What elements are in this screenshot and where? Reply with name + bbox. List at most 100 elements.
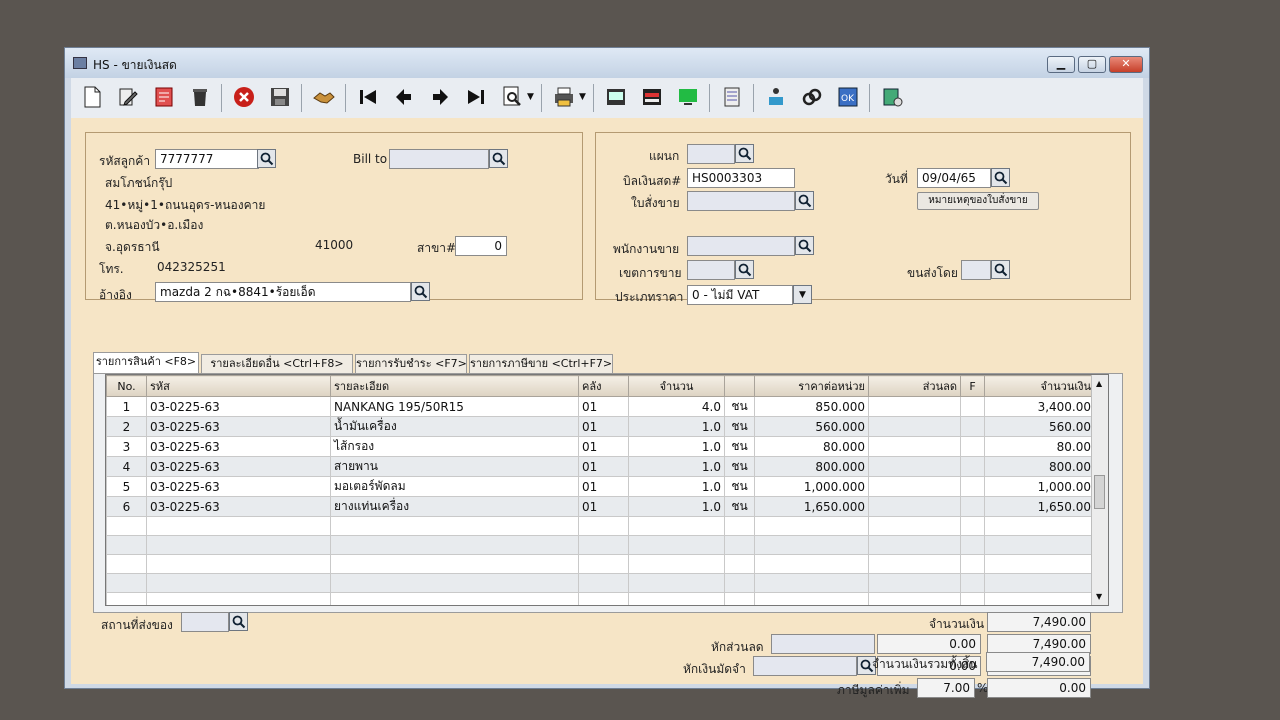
empty-cell[interactable]	[578, 554, 629, 574]
discount-text-field[interactable]	[771, 634, 875, 654]
table-row[interactable]: 1 03-0225-63 NANKANG 195/50R15 01 4.0 ชน 850.0…	[106, 396, 1095, 417]
ship-place-lookup-button[interactable]	[229, 612, 248, 631]
cell-unit[interactable]: ชน	[724, 476, 755, 497]
empty-cell[interactable]	[754, 554, 869, 574]
cell-quantity[interactable]: 4.0	[628, 396, 725, 417]
shipping-by-lookup-button[interactable]	[991, 260, 1010, 279]
deposit-doc-field[interactable]	[753, 656, 857, 676]
cell-flag[interactable]	[960, 416, 985, 437]
sales-order-field[interactable]	[687, 191, 795, 211]
empty-cell[interactable]	[960, 592, 985, 605]
cell-item-description[interactable]: ไส้กรอง	[330, 436, 579, 457]
cell-discount[interactable]	[868, 496, 961, 517]
approve-icon[interactable]	[761, 82, 791, 112]
vat-rate-field[interactable]: 7.00	[917, 678, 975, 698]
order-note-button[interactable]: หมายเหตุของใบสั่งขาย	[917, 192, 1039, 210]
cell-quantity[interactable]: 1.0	[628, 476, 725, 497]
cell-warehouse[interactable]: 01	[578, 416, 629, 437]
cell-discount[interactable]	[868, 416, 961, 437]
minimize-button[interactable]: ▁	[1047, 56, 1075, 73]
empty-row[interactable]	[106, 592, 1095, 605]
cell-unit[interactable]: ชน	[724, 436, 755, 457]
database-icon[interactable]	[877, 82, 907, 112]
cell-unit-price[interactable]: 560.000	[754, 416, 869, 437]
col-header-unit[interactable]	[724, 375, 755, 397]
empty-cell[interactable]	[960, 573, 985, 593]
empty-cell[interactable]	[106, 535, 147, 555]
empty-cell[interactable]	[724, 516, 755, 536]
cell-amount[interactable]: 1,650.00	[984, 496, 1095, 517]
col-header-description[interactable]: รายละเอียด	[330, 375, 579, 397]
branch-field[interactable]: 0	[455, 236, 507, 256]
table-row[interactable]: 2 03-0225-63 น้ำมันเครื่อง 01 1.0 ชน 560.000 56…	[106, 416, 1095, 437]
empty-cell[interactable]	[146, 592, 331, 605]
cell-unit-price[interactable]: 1,000.000	[754, 476, 869, 497]
save-icon[interactable]	[265, 82, 295, 112]
reference-lookup-button[interactable]	[411, 282, 430, 301]
empty-cell[interactable]	[578, 592, 629, 605]
empty-cell[interactable]	[960, 516, 985, 536]
empty-cell[interactable]	[868, 573, 961, 593]
empty-cell[interactable]	[724, 592, 755, 605]
price-type-select[interactable]: 0 - ไม่มี VAT	[687, 285, 793, 305]
delete-icon[interactable]	[185, 82, 215, 112]
salesperson-lookup-button[interactable]	[795, 236, 814, 255]
empty-cell[interactable]	[754, 535, 869, 555]
cell-flag[interactable]	[960, 436, 985, 457]
search-icon[interactable]	[497, 82, 527, 112]
col-header-quantity[interactable]: จำนวน	[628, 375, 725, 397]
empty-row[interactable]	[106, 554, 1095, 574]
empty-cell[interactable]	[578, 573, 629, 593]
cell-unit[interactable]: ชน	[724, 496, 755, 517]
department-field[interactable]	[687, 144, 735, 164]
empty-cell[interactable]	[330, 554, 579, 574]
cell-warehouse[interactable]: 01	[578, 496, 629, 517]
cell-item-code[interactable]: 03-0225-63	[146, 476, 331, 497]
cell-item-code[interactable]: 03-0225-63	[146, 456, 331, 477]
empty-cell[interactable]	[146, 573, 331, 593]
cell-row-no[interactable]: 5	[106, 476, 147, 497]
empty-cell[interactable]	[330, 573, 579, 593]
empty-cell[interactable]	[868, 535, 961, 555]
empty-cell[interactable]	[868, 554, 961, 574]
sales-area-lookup-button[interactable]	[735, 260, 754, 279]
col-header-warehouse[interactable]: คลัง	[578, 375, 629, 397]
discount-value-field[interactable]: 0.00	[877, 634, 981, 654]
cell-warehouse[interactable]: 01	[578, 436, 629, 457]
cell-unit-price[interactable]: 80.000	[754, 436, 869, 457]
empty-cell[interactable]	[578, 516, 629, 536]
billto-lookup-button[interactable]	[489, 149, 508, 168]
cell-quantity[interactable]: 1.0	[628, 416, 725, 437]
cell-row-no[interactable]: 2	[106, 416, 147, 437]
empty-cell[interactable]	[146, 535, 331, 555]
chevron-down-icon[interactable]: ▼	[527, 92, 534, 102]
cell-discount[interactable]	[868, 436, 961, 457]
empty-cell[interactable]	[754, 516, 869, 536]
scrollbar-thumb[interactable]	[1094, 475, 1105, 509]
empty-cell[interactable]	[754, 592, 869, 605]
ok-icon[interactable]: OK	[833, 82, 863, 112]
cell-quantity[interactable]: 1.0	[628, 456, 725, 477]
cell-unit[interactable]: ชน	[724, 456, 755, 477]
billto-field[interactable]	[389, 149, 489, 169]
cell-amount[interactable]: 1,000.00	[984, 476, 1095, 497]
cell-warehouse[interactable]: 01	[578, 476, 629, 497]
empty-cell[interactable]	[146, 516, 331, 536]
empty-row[interactable]	[106, 573, 1095, 593]
cell-row-no[interactable]: 1	[106, 396, 147, 417]
empty-cell[interactable]	[106, 554, 147, 574]
cell-amount[interactable]: 800.00	[984, 456, 1095, 477]
empty-cell[interactable]	[628, 535, 725, 555]
table-row[interactable]: 5 03-0225-63 มอเตอร์พัดลม 01 1.0 ชน 1,000.000 1…	[106, 476, 1095, 497]
date-picker-button[interactable]	[991, 168, 1010, 187]
tab-payments[interactable]: รายการรับชำระ <F7>	[355, 354, 467, 373]
date-field[interactable]: 09/04/65	[917, 168, 991, 188]
empty-cell[interactable]	[868, 592, 961, 605]
col-header-no[interactable]: No.	[106, 375, 147, 397]
salesperson-field[interactable]	[687, 236, 795, 256]
next-record-icon[interactable]	[425, 82, 455, 112]
tab-sales-tax[interactable]: รายการภาษีขาย <Ctrl+F7>	[469, 354, 613, 373]
chevron-down-icon[interactable]: ▼	[579, 92, 586, 102]
cell-warehouse[interactable]: 01	[578, 456, 629, 477]
cell-row-no[interactable]: 4	[106, 456, 147, 477]
